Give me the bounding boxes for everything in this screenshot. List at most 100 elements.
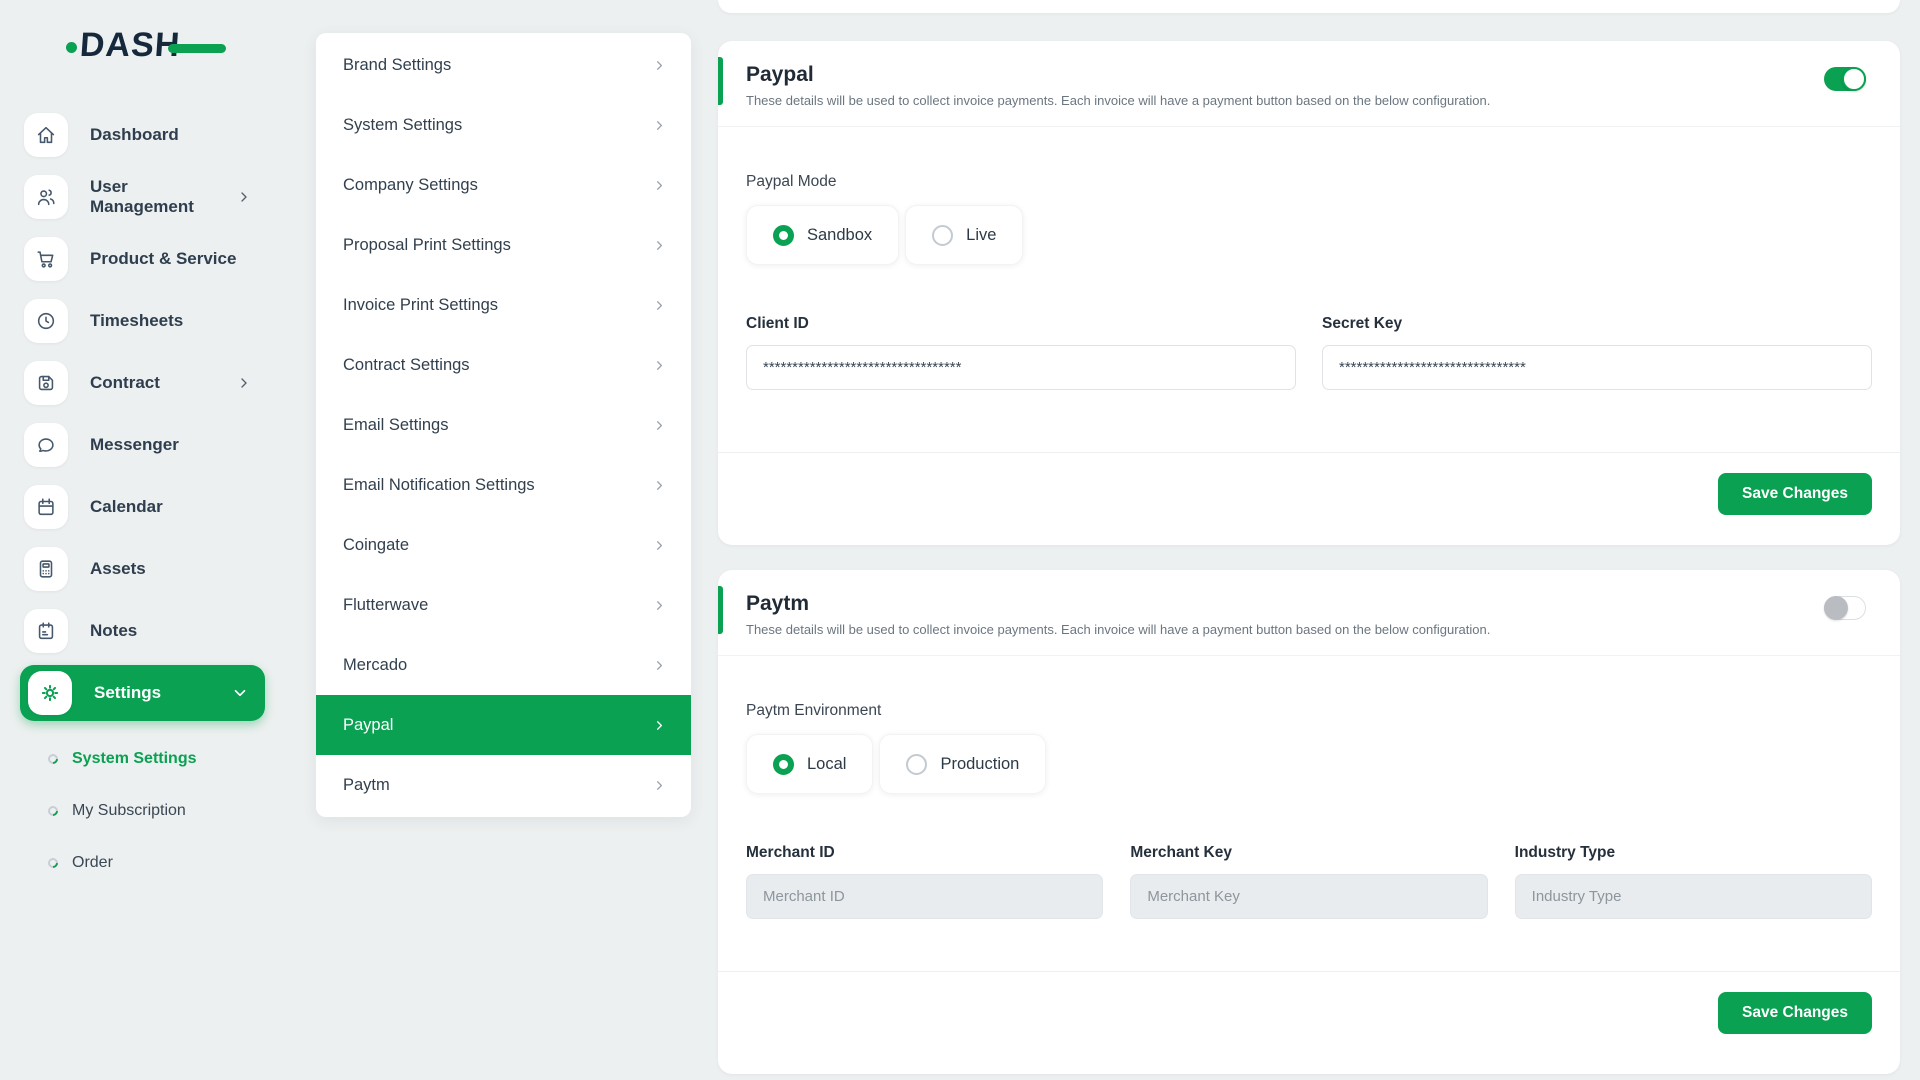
users-icon	[24, 175, 68, 219]
sidebar-subitem-system-settings[interactable]: System Settings	[0, 733, 296, 785]
radio-selected-icon	[773, 225, 794, 246]
paytm-enable-toggle[interactable]	[1824, 596, 1866, 620]
sidebar-item-product-service[interactable]: Product & Service	[0, 228, 296, 290]
logo-bar-icon	[168, 44, 226, 53]
sidebar-item-messenger[interactable]: Messenger	[0, 414, 296, 476]
chevron-right-icon	[652, 418, 667, 433]
menu-item-proposal-print-settings[interactable]: Proposal Print Settings	[316, 215, 691, 275]
secret-key-label: Secret Key	[1322, 315, 1872, 333]
secret-key-input[interactable]	[1322, 345, 1872, 390]
sidebar-subitem-my-subscription[interactable]: My Subscription	[0, 785, 296, 837]
chevron-right-icon	[652, 778, 667, 793]
merchant-key-field-group: Merchant Key	[1130, 844, 1487, 919]
menu-item-company-settings[interactable]: Company Settings	[316, 155, 691, 215]
subitem-label: System Settings	[72, 750, 196, 768]
sidebar-item-timesheets[interactable]: Timesheets	[0, 290, 296, 352]
paypal-enable-toggle[interactable]	[1824, 67, 1866, 91]
chat-icon	[24, 423, 68, 467]
sidebar-item-label: Assets	[90, 559, 146, 579]
sidebar-item-settings[interactable]: Settings	[20, 665, 265, 721]
radio-label: Live	[966, 226, 996, 245]
client-id-input[interactable]	[746, 345, 1296, 390]
paypal-card: Paypal These details will be used to col…	[718, 41, 1900, 545]
subitem-label: My Subscription	[72, 802, 186, 820]
main-content: Paypal These details will be used to col…	[718, 0, 1900, 1074]
radio-unselected-icon	[906, 754, 927, 775]
sidebar-item-label: User Management	[90, 177, 214, 217]
sidebar-item-user-management[interactable]: User Management	[0, 166, 296, 228]
home-icon	[24, 113, 68, 157]
chevron-right-icon	[652, 598, 667, 613]
menu-item-email-notification-settings[interactable]: Email Notification Settings	[316, 455, 691, 515]
radio-option-sandbox[interactable]: Sandbox	[746, 205, 899, 265]
calendar-icon	[24, 485, 68, 529]
menu-item-mercado[interactable]: Mercado	[316, 635, 691, 695]
menu-item-label: Contract Settings	[343, 356, 470, 375]
bullet-icon	[46, 804, 60, 818]
sidebar-item-notes[interactable]: Notes	[0, 600, 296, 662]
gear-icon	[28, 671, 72, 715]
radio-option-production[interactable]: Production	[879, 734, 1046, 794]
merchant-id-input[interactable]	[746, 874, 1103, 919]
previous-card-edge	[718, 0, 1900, 13]
menu-item-coingate[interactable]: Coingate	[316, 515, 691, 575]
sidebar-item-assets[interactable]: Assets	[0, 538, 296, 600]
settings-menu-panel: Brand Settings System Settings Company S…	[316, 33, 691, 817]
industry-type-input[interactable]	[1515, 874, 1872, 919]
menu-item-label: Flutterwave	[343, 596, 428, 615]
floppy-icon	[24, 361, 68, 405]
chevron-right-icon	[652, 478, 667, 493]
menu-item-flutterwave[interactable]: Flutterwave	[316, 575, 691, 635]
menu-item-label: Paytm	[343, 776, 390, 795]
paytm-card: Paytm These details will be used to coll…	[718, 570, 1900, 1074]
menu-item-paypal[interactable]: Paypal	[316, 695, 691, 755]
radio-option-local[interactable]: Local	[746, 734, 873, 794]
clock-icon	[24, 299, 68, 343]
logo-text: DASH	[79, 26, 182, 65]
menu-item-label: Brand Settings	[343, 56, 451, 75]
sidebar-item-contract[interactable]: Contract	[0, 352, 296, 414]
sidebar-item-label: Product & Service	[90, 249, 236, 269]
merchant-id-label: Merchant ID	[746, 844, 1103, 862]
chevron-right-icon	[236, 375, 252, 391]
sidebar-item-label: Settings	[94, 683, 161, 703]
chevron-right-icon	[652, 718, 667, 733]
paypal-mode-options: Sandbox Live	[746, 205, 1872, 265]
chevron-down-icon	[231, 684, 249, 702]
sidebar-item-dashboard[interactable]: Dashboard	[0, 104, 296, 166]
radio-option-live[interactable]: Live	[905, 205, 1023, 265]
accent-bar	[718, 586, 723, 634]
app-logo: DASH	[70, 26, 220, 68]
menu-item-contract-settings[interactable]: Contract Settings	[316, 335, 691, 395]
paytm-save-button[interactable]: Save Changes	[1718, 992, 1872, 1034]
paypal-title: Paypal	[746, 63, 1866, 87]
chevron-right-icon	[652, 58, 667, 73]
paypal-save-button[interactable]: Save Changes	[1718, 473, 1872, 515]
bullet-icon	[46, 856, 60, 870]
toggle-knob	[1842, 67, 1866, 91]
menu-item-label: Email Notification Settings	[343, 476, 535, 495]
menu-item-brand-settings[interactable]: Brand Settings	[316, 35, 691, 95]
menu-item-paytm[interactable]: Paytm	[316, 755, 691, 815]
paypal-card-body: Paypal Mode Sandbox Live Client ID Secre…	[718, 127, 1900, 452]
chevron-right-icon	[652, 178, 667, 193]
menu-item-label: Company Settings	[343, 176, 478, 195]
paytm-description: These details will be used to collect in…	[746, 622, 1866, 637]
sidebar-item-label: Messenger	[90, 435, 179, 455]
industry-type-label: Industry Type	[1515, 844, 1872, 862]
sidebar-item-label: Contract	[90, 373, 160, 393]
menu-item-email-settings[interactable]: Email Settings	[316, 395, 691, 455]
sidebar-item-calendar[interactable]: Calendar	[0, 476, 296, 538]
sidebar-subitem-order[interactable]: Order	[0, 837, 296, 889]
paypal-card-header: Paypal These details will be used to col…	[718, 41, 1900, 127]
chevron-right-icon	[652, 358, 667, 373]
menu-item-system-settings[interactable]: System Settings	[316, 95, 691, 155]
menu-item-label: Mercado	[343, 656, 407, 675]
merchant-key-input[interactable]	[1130, 874, 1487, 919]
radio-label: Production	[940, 755, 1019, 774]
radio-label: Sandbox	[807, 226, 872, 245]
menu-item-label: Proposal Print Settings	[343, 236, 511, 255]
merchant-id-field-group: Merchant ID	[746, 844, 1103, 919]
menu-item-invoice-print-settings[interactable]: Invoice Print Settings	[316, 275, 691, 335]
bullet-icon	[46, 752, 60, 766]
